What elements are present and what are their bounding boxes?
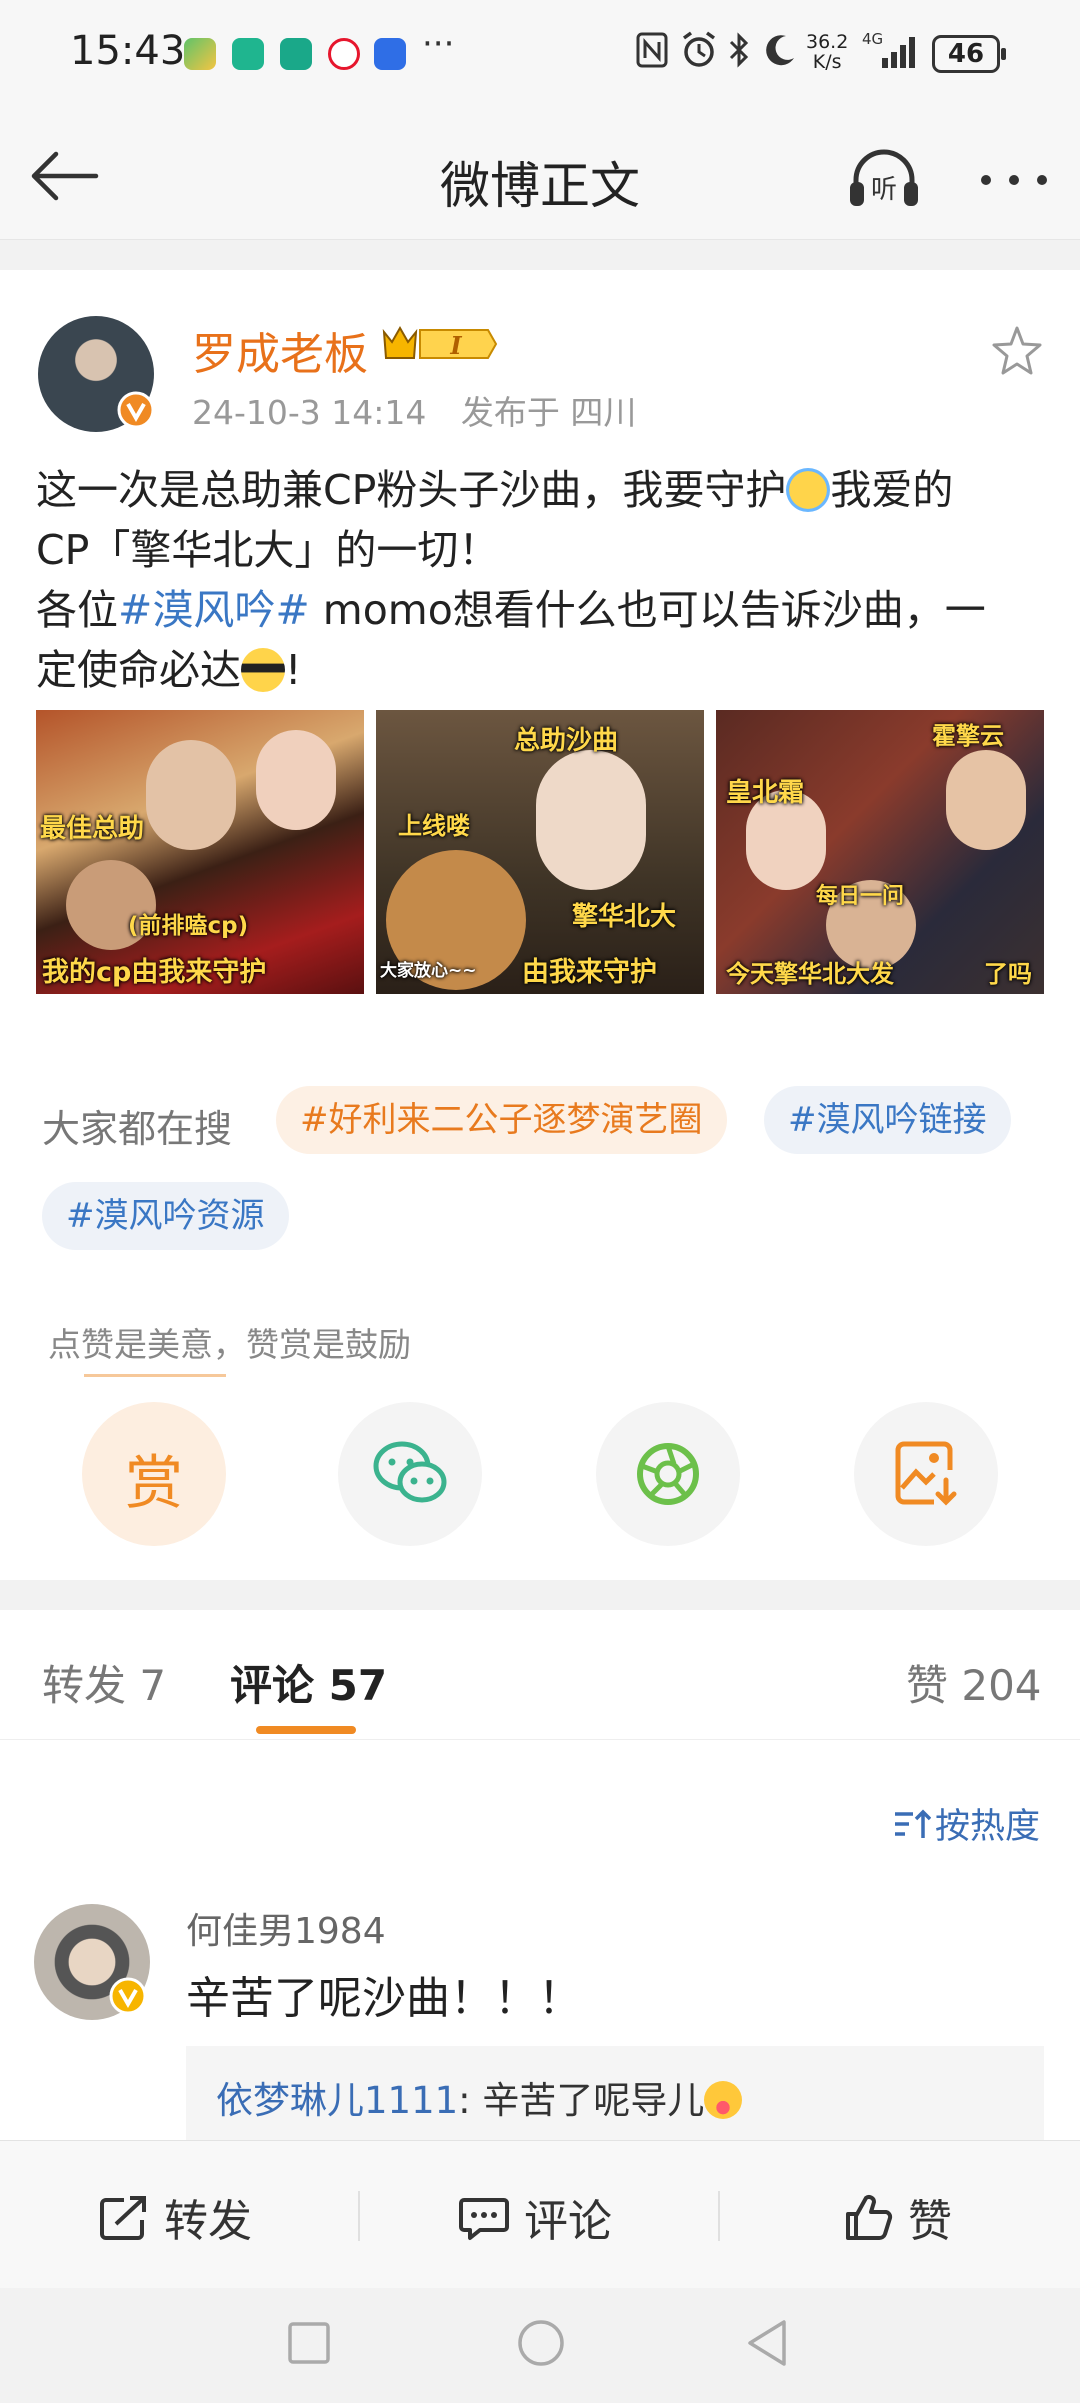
tab-likes[interactable]: 赞 204 xyxy=(906,1652,1042,1713)
reward-hint: 点赞是美意，赞赏是鼓励 xyxy=(48,1325,411,1364)
divider xyxy=(358,2191,360,2241)
post-body: 这一次是总助兼CP粉头子沙曲，我要守护 我爱的 CP「擎华北大」的一切！ 各位#漠… xyxy=(36,466,986,694)
image-download-icon xyxy=(895,1441,957,1506)
comment-list: 按热度 何佳男1984 辛苦了呢沙曲！！！ 依梦琳儿1111: 辛苦了呢导儿 xyxy=(0,1740,1080,2140)
thumbs-up-icon xyxy=(846,2195,893,2240)
author-name[interactable]: 罗成老板 xyxy=(192,318,368,382)
bottom-action-bar: 转发 评论 赞 xyxy=(0,2140,1080,2288)
wechat-share-button[interactable] xyxy=(338,1402,482,1546)
alarm-icon xyxy=(680,30,718,77)
star-favorite-icon[interactable] xyxy=(990,324,1044,382)
tongue-emoji-icon xyxy=(704,2081,743,2119)
reward-hint-underline xyxy=(84,1374,226,1377)
repost-icon xyxy=(100,2196,146,2240)
weibo-icon xyxy=(328,38,360,70)
wechat-icon xyxy=(373,1441,447,1503)
repost-button[interactable]: 转发 xyxy=(98,2185,252,2249)
post-image[interactable]: 总助沙曲 上线喽 擎华北大 由我来守护 大家放心~~ xyxy=(376,710,704,994)
commenter-name[interactable]: 何佳男1984 xyxy=(186,1902,386,1954)
nfc-icon xyxy=(636,30,668,77)
reply-text: : 辛苦了呢导儿 xyxy=(458,2079,705,2122)
reward-button[interactable]: 赏 xyxy=(82,1402,226,1546)
comment-button[interactable]: 评论 xyxy=(458,2185,612,2249)
hot-search-label: 大家都在搜 xyxy=(42,1107,233,1151)
topic-link[interactable]: #漠风吟# xyxy=(118,586,310,634)
post-image[interactable]: 最佳总助 (前排嗑cp) 我的cp由我来守护 xyxy=(36,710,364,994)
post-image[interactable]: 霍擎云 皇北霜 每日一问 今天擎华北大发 了吗 xyxy=(716,710,1044,994)
interaction-tabs: 转发 7 评论 57 赞 204 xyxy=(0,1610,1080,1740)
battery-indicator: 46 xyxy=(932,35,1006,73)
verified-badge-icon xyxy=(116,390,156,434)
svg-text:听: 听 xyxy=(871,175,897,205)
post-card: 罗成老板 I 24-10-3 14:14 发布于 四川 这一次是总助兼CP粉头子… xyxy=(0,270,1080,1580)
moments-share-button[interactable] xyxy=(596,1402,740,1546)
sort-by-hot-button[interactable]: 按热度 xyxy=(893,1798,1040,1849)
divider xyxy=(718,2191,720,2241)
hot-search-chip[interactable]: #好利来二公子逐梦演艺圈 xyxy=(276,1086,727,1154)
moments-aperture-icon xyxy=(637,1443,699,1505)
listen-headphone-icon[interactable]: 听 xyxy=(844,146,924,214)
sunglasses-emoji-icon xyxy=(241,648,285,692)
active-tab-indicator xyxy=(256,1726,356,1734)
post-location: 发布于 四川 xyxy=(460,393,637,432)
app-sport-icon xyxy=(232,38,264,70)
reply-preview[interactable]: 依梦琳儿1111: 辛苦了呢导儿 xyxy=(186,2046,1044,2140)
like-button[interactable]: 赞 xyxy=(844,2185,952,2249)
back-nav-icon[interactable] xyxy=(744,2318,790,2372)
crying-emoji-icon xyxy=(786,468,831,512)
status-bar: 15:43 ··· 36.2 K/s 4G 46 xyxy=(0,0,1080,110)
app-blue-icon xyxy=(374,38,406,70)
more-notifications-icon: ··· xyxy=(422,24,455,64)
reply-user[interactable]: 依梦琳儿1111 xyxy=(216,2079,458,2122)
moon-icon xyxy=(762,30,798,77)
comment-icon xyxy=(459,2198,509,2240)
nav-bar: 微博正文 听 xyxy=(0,110,1080,240)
more-icon[interactable] xyxy=(978,172,1050,191)
network-speed: 36.2 K/s xyxy=(806,31,849,73)
status-time: 15:43 xyxy=(70,28,186,74)
hot-search-chip[interactable]: #漠风吟链接 xyxy=(764,1086,1011,1154)
app-sport2-icon xyxy=(280,38,312,70)
recent-apps-icon[interactable] xyxy=(286,2320,332,2370)
hot-search-chip[interactable]: #漠风吟资源 xyxy=(42,1182,289,1250)
post-meta: 24-10-3 14:14 发布于 四川 xyxy=(192,386,660,434)
home-icon[interactable] xyxy=(516,2318,566,2372)
signal-icon: 4G xyxy=(862,30,920,81)
svg-text:4G: 4G xyxy=(862,30,883,48)
sort-icon xyxy=(894,1809,932,1838)
save-image-button[interactable] xyxy=(854,1402,998,1546)
tab-repost[interactable]: 转发 7 xyxy=(42,1652,166,1713)
vip-crown-badge: I xyxy=(382,324,498,364)
post-time: 24-10-3 14:14 xyxy=(192,393,427,432)
bluetooth-icon xyxy=(726,30,752,77)
comment-text: 辛苦了呢沙曲！！！ xyxy=(186,1973,582,2024)
app-game-icon xyxy=(184,38,216,70)
verified-badge-icon xyxy=(108,1976,148,2020)
system-nav-bar xyxy=(0,2288,1080,2403)
svg-text:I: I xyxy=(449,331,462,360)
tab-comments[interactable]: 评论 57 xyxy=(230,1652,387,1713)
